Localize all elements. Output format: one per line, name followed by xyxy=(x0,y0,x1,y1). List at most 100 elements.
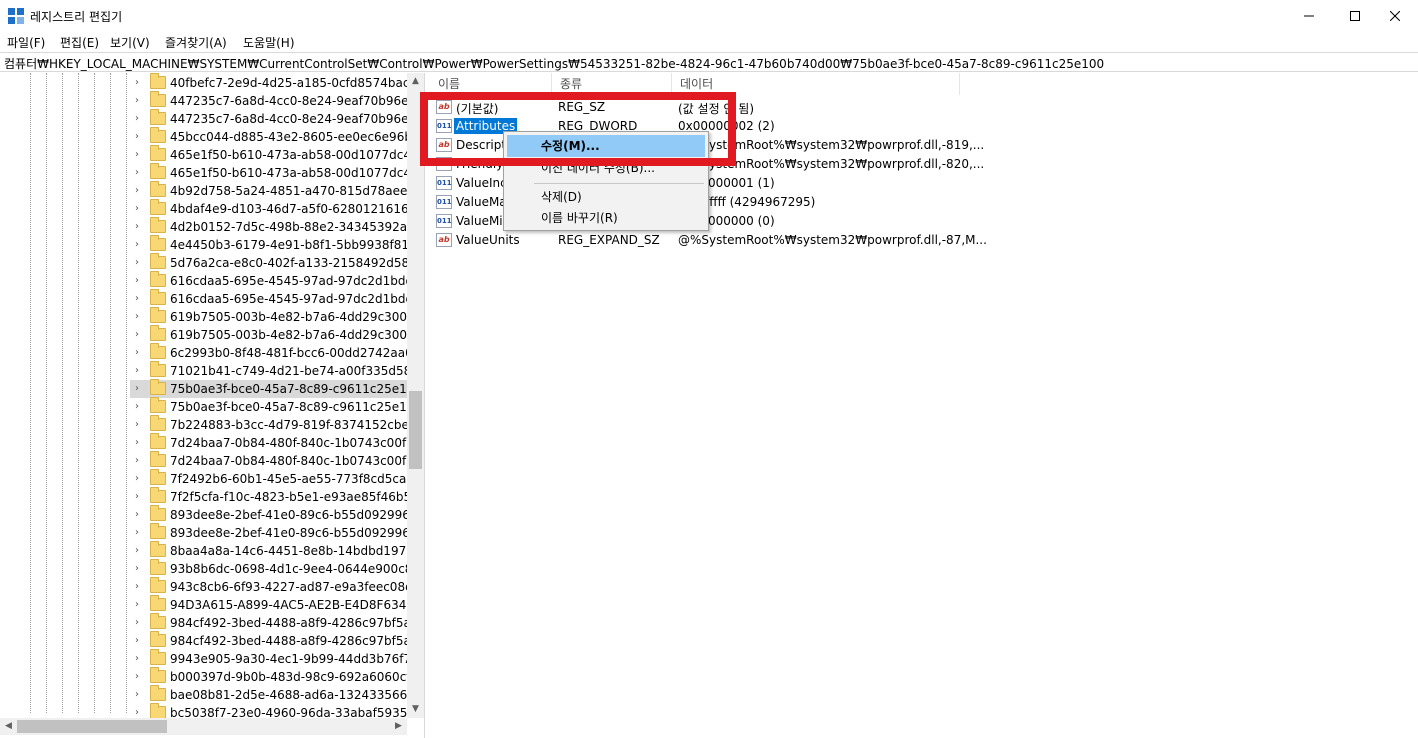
tree-key-item[interactable]: › 7b224883-b3cc-4d79-819f-8374152cbe7c xyxy=(130,415,423,434)
context-menu-rename[interactable]: 이름 바꾸기(R) xyxy=(507,207,705,229)
expand-chevron-icon[interactable]: › xyxy=(135,383,139,394)
tree-key-item[interactable]: › 75b0ae3f-bce0-45a7-8c89-c9611c25e101 xyxy=(130,397,422,416)
expand-chevron-icon[interactable]: › xyxy=(135,77,139,88)
menu-edit[interactable]: 편집(E) xyxy=(60,34,99,51)
tree-key-item[interactable]: › bae08b81-2d5e-4688-ad6a-13243356654b xyxy=(130,685,424,704)
tree-key-item[interactable]: › 465e1f50-b610-473a-ab58-00d1077dc418 xyxy=(130,145,424,164)
expand-chevron-icon[interactable]: › xyxy=(135,347,139,358)
tree-key-label: 619b7505-003b-4e82-b7a6-4dd29c300971 xyxy=(170,310,425,324)
expand-chevron-icon[interactable]: › xyxy=(135,419,139,430)
expand-chevron-icon[interactable]: › xyxy=(135,527,139,538)
expand-chevron-icon[interactable]: › xyxy=(135,275,139,286)
expand-chevron-icon[interactable]: › xyxy=(135,581,139,592)
expand-chevron-icon[interactable]: › xyxy=(135,689,139,700)
tree-key-item[interactable]: › b000397d-9b0b-483d-98c9-692a6060cfbf xyxy=(130,667,422,686)
tree-key-item[interactable]: › 7f2f5cfa-f10c-4823-b5e1-e93ae85f46b5 xyxy=(130,487,411,506)
key-tree-pane[interactable]: › 40fbefc7-2e9d-4d25-a185-0cfd8574bac7 › 44… xyxy=(0,73,425,738)
expand-chevron-icon[interactable]: › xyxy=(135,707,139,718)
tree-key-item[interactable]: › 984cf492-3bed-4488-a8f9-4286c97bf5aa xyxy=(130,613,418,632)
expand-chevron-icon[interactable]: › xyxy=(135,239,139,250)
expand-chevron-icon[interactable]: › xyxy=(135,95,139,106)
tree-key-item[interactable]: › 6c2993b0-8f48-481f-bcc6-00dd2742aa06 xyxy=(130,343,420,362)
tree-key-item[interactable]: › 75b0ae3f-bce0-45a7-8c89-c9611c25e100 xyxy=(130,379,422,398)
expand-chevron-icon[interactable]: › xyxy=(135,455,139,466)
tree-key-item[interactable]: › 4bdaf4e9-d103-46d7-a5f0-6280121616ef xyxy=(130,199,420,218)
expand-chevron-icon[interactable]: › xyxy=(135,185,139,196)
tree-key-item[interactable]: › 4e4450b3-6179-4e91-b8f1-5bb9938f81a1 xyxy=(130,235,424,254)
tree-key-item[interactable]: › 447235c7-6a8d-4cc0-8e24-9eaf70b96e2c xyxy=(130,109,423,128)
expand-chevron-icon[interactable]: › xyxy=(135,437,139,448)
menu-help[interactable]: 도움말(H) xyxy=(243,34,295,51)
value-row[interactable]: ab ValueUnits REG_EXPAND_SZ @%SystemRoot%₩s… xyxy=(436,231,987,250)
expand-chevron-icon[interactable]: › xyxy=(135,311,139,322)
expand-chevron-icon[interactable]: › xyxy=(135,473,139,484)
expand-chevron-icon[interactable]: › xyxy=(135,167,139,178)
tree-horizontal-scroll-thumb[interactable] xyxy=(17,720,167,733)
expand-chevron-icon[interactable]: › xyxy=(135,293,139,304)
column-header-type[interactable]: 종류 xyxy=(552,73,672,95)
menu-view[interactable]: 보기(V) xyxy=(110,34,150,51)
tree-key-item[interactable]: › 7f2492b6-60b1-45e5-ae55-773f8cd5caec xyxy=(130,469,420,488)
tree-key-item[interactable]: › 4d2b0152-7d5c-498b-88e2-34345392a2c5 xyxy=(130,217,424,236)
expand-chevron-icon[interactable]: › xyxy=(135,599,139,610)
tree-key-item[interactable]: › 984cf492-3bed-4488-a8f9-4286c97bf5ab xyxy=(130,631,418,650)
tree-key-item[interactable]: › 7d24baa7-0b84-480f-840c-1b0743c00f5f xyxy=(130,433,418,452)
expand-chevron-icon[interactable]: › xyxy=(135,149,139,160)
tree-key-item[interactable]: › 619b7505-003b-4e82-b7a6-4dd29c300972 xyxy=(130,325,424,344)
tree-key-item[interactable]: › 893dee8e-2bef-41e0-89c6-b55d0929964d xyxy=(130,523,424,542)
tree-key-item[interactable]: › 9943e905-9a30-4ec1-9b99-44dd3b76f7a2 xyxy=(130,649,424,668)
context-menu-delete[interactable]: 삭제(D) xyxy=(507,186,705,208)
expand-chevron-icon[interactable]: › xyxy=(135,365,139,376)
tree-key-item[interactable]: › 8baa4a8a-14c6-4451-8e8b-14bdbd197537 xyxy=(130,541,424,560)
tree-key-item[interactable]: › 447235c7-6a8d-4cc0-8e24-9eaf70b96e2b xyxy=(130,91,424,110)
expand-chevron-icon[interactable]: › xyxy=(135,257,139,268)
tree-key-item[interactable]: › 45bcc044-d885-43e2-8605-ee0ec6e96b59 xyxy=(130,127,424,146)
address-bar[interactable]: 컴퓨터₩HKEY_LOCAL_MACHINE₩SYSTEM₩CurrentCon… xyxy=(0,52,1418,72)
expand-chevron-icon[interactable]: › xyxy=(135,203,139,214)
tree-vertical-scrollbar[interactable]: ▲ ▼ xyxy=(407,73,424,718)
scroll-right-arrow-icon[interactable]: ▶ xyxy=(390,718,407,735)
expand-chevron-icon[interactable]: › xyxy=(135,491,139,502)
tree-key-item[interactable]: › 4b92d758-5a24-4851-a470-815d78aee119 xyxy=(130,181,424,200)
expand-chevron-icon[interactable]: › xyxy=(135,401,139,412)
minimize-button[interactable] xyxy=(1286,0,1332,31)
tree-horizontal-scrollbar[interactable]: ◀ ▶ xyxy=(0,718,407,735)
tree-key-item[interactable]: › 71021b41-c749-4d21-be74-a00f335d582b xyxy=(130,361,424,380)
tree-key-item[interactable]: › 616cdaa5-695e-4545-97ad-97dc2d1bdd89 xyxy=(130,289,424,308)
tree-key-item[interactable]: › 93b8b6dc-0698-4d1c-9ee4-0644e900c85d xyxy=(130,559,424,578)
address-path[interactable]: 컴퓨터₩HKEY_LOCAL_MACHINE₩SYSTEM₩CurrentCon… xyxy=(4,55,1104,72)
tree-key-item[interactable]: › 616cdaa5-695e-4545-97ad-97dc2d1bdd88 xyxy=(130,271,424,290)
expand-chevron-icon[interactable]: › xyxy=(135,221,139,232)
context-menu-modify-binary[interactable]: 이진 데이터 수정(B)... xyxy=(507,157,705,179)
expand-chevron-icon[interactable]: › xyxy=(135,509,139,520)
value-row[interactable]: ab (기본값) REG_SZ (값 설정 안 됨) xyxy=(436,98,976,117)
tree-key-item[interactable]: › 619b7505-003b-4e82-b7a6-4dd29c300971 xyxy=(130,307,424,326)
menu-file[interactable]: 파일(F) xyxy=(7,34,45,51)
tree-key-item[interactable]: › 893dee8e-2bef-41e0-89c6-b55d0929964c xyxy=(130,505,424,524)
expand-chevron-icon[interactable]: › xyxy=(135,113,139,124)
tree-key-item[interactable]: › 465e1f50-b610-473a-ab58-00d1077dc419 xyxy=(130,163,424,182)
tree-key-item[interactable]: › 94D3A615-A899-4AC5-AE2B-E4D8F634367F xyxy=(130,595,424,614)
tree-key-label: 94D3A615-A899-4AC5-AE2B-E4D8F634367F xyxy=(170,598,425,612)
scroll-left-arrow-icon[interactable]: ◀ xyxy=(0,718,17,735)
expand-chevron-icon[interactable]: › xyxy=(135,671,139,682)
expand-chevron-icon[interactable]: › xyxy=(135,563,139,574)
column-header-name[interactable]: 이름 xyxy=(430,73,552,95)
expand-chevron-icon[interactable]: › xyxy=(135,329,139,340)
column-header-data[interactable]: 데이터 xyxy=(672,73,960,95)
tree-key-item[interactable]: › 943c8cb6-6f93-4227-ad87-e9a3feec08d1 xyxy=(130,577,420,596)
scroll-up-arrow-icon[interactable]: ▲ xyxy=(407,73,424,90)
expand-chevron-icon[interactable]: › xyxy=(135,617,139,628)
expand-chevron-icon[interactable]: › xyxy=(135,131,139,142)
scroll-down-arrow-icon[interactable]: ▼ xyxy=(407,701,424,718)
expand-chevron-icon[interactable]: › xyxy=(135,653,139,664)
context-menu-modify[interactable]: 수정(M)... xyxy=(507,135,705,157)
tree-key-item[interactable]: › 5d76a2ca-e8c0-402f-a133-2158492d58ad xyxy=(130,253,424,272)
tree-vertical-scroll-thumb[interactable] xyxy=(409,391,422,469)
expand-chevron-icon[interactable]: › xyxy=(135,545,139,556)
tree-key-item[interactable]: › 7d24baa7-0b84-480f-840c-1b0743c00f60 xyxy=(130,451,421,470)
close-button[interactable] xyxy=(1372,0,1418,31)
menu-favorites[interactable]: 즐겨찾기(A) xyxy=(165,34,227,51)
tree-key-item[interactable]: › 40fbefc7-2e9d-4d25-a185-0cfd8574bac7 xyxy=(130,73,417,92)
expand-chevron-icon[interactable]: › xyxy=(135,635,139,646)
